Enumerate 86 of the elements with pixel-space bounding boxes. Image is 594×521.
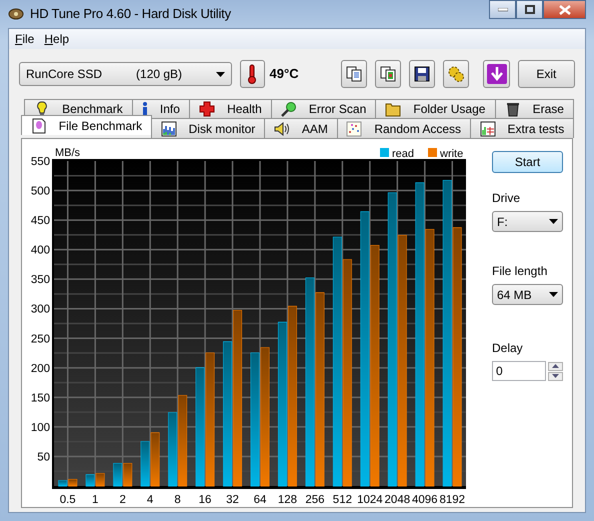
axis-tick-label: 2048 [384, 494, 410, 505]
info-icon [142, 101, 148, 117]
axis-tick-label: 64 [254, 494, 266, 505]
drive-size: (120 gB) [136, 66, 182, 83]
caret-icon [549, 292, 558, 297]
drive-name: RunCore SSD [26, 66, 102, 83]
axis-tick-label: 350 [30, 274, 50, 286]
temperature-button[interactable] [240, 60, 265, 88]
close-button[interactable] [543, 0, 586, 19]
axis-tick-label: 550 [30, 156, 50, 168]
field-label: File length [492, 263, 548, 280]
drive-dropdown[interactable]: F: [492, 211, 563, 232]
tab[interactable]: Extra tests [470, 118, 574, 138]
up-arrow-icon [552, 364, 559, 368]
tab[interactable]: Info [132, 99, 190, 118]
copy-icon [380, 66, 396, 82]
caret-icon [216, 72, 226, 76]
axis-tick-label: 256 [305, 494, 325, 505]
gears-icon [447, 65, 466, 83]
axis-tick-label: 450 [30, 215, 50, 228]
tab[interactable]: Random Access [336, 118, 471, 138]
speaker-icon [274, 120, 290, 136]
toolbar-button[interactable] [408, 60, 436, 88]
axis-tick-label: 50 [37, 451, 50, 464]
thermometer-icon [247, 64, 258, 84]
legend-label: read [392, 148, 414, 160]
axis-tick-label: 400 [30, 244, 50, 257]
document-icon [30, 118, 47, 134]
axis-tick-label: 4 [146, 494, 154, 505]
axis-tick-label: 4096 [412, 494, 438, 505]
field-label: Drive [492, 190, 522, 207]
cross-icon [199, 101, 216, 117]
trash-icon [504, 101, 521, 117]
save-icon [414, 66, 430, 82]
axis-tick-label: 8 [174, 494, 181, 505]
maximize-button[interactable] [516, 0, 543, 19]
tab[interactable]: File Benchmark [21, 115, 152, 135]
axis-tick-label: 16 [198, 494, 212, 505]
window-title: HD Tune Pro 4.60 - Hard Disk Utility [30, 5, 231, 24]
axis-tick-label: 32 [226, 494, 239, 505]
axis-tick-label: 300 [30, 304, 50, 316]
axis-tick-label: 0.5 [60, 494, 76, 505]
menu-item[interactable]: File [15, 30, 34, 48]
axis-tick-label: 100 [30, 422, 50, 434]
axis-tick-label: 150 [30, 392, 50, 404]
axis-title: MB/s [55, 147, 80, 159]
legend-label: write [440, 148, 464, 160]
axis-tick-label: 8192 [439, 494, 466, 505]
tab[interactable]: Error Scan [270, 99, 376, 118]
start-button[interactable]: Start [492, 151, 563, 173]
toolbar-button[interactable] [340, 60, 367, 88]
minimize-icon [498, 8, 508, 12]
field-label: Delay [492, 340, 524, 357]
tab[interactable]: AAM [264, 118, 338, 138]
axis-tick-label: 128 [278, 494, 298, 505]
download-icon [486, 64, 507, 84]
tab[interactable]: Erase [494, 99, 574, 118]
maximize-icon [524, 5, 534, 14]
tab[interactable]: Disk monitor [150, 118, 266, 138]
file-length-dropdown[interactable]: 64 MB [492, 284, 563, 305]
axis-tick-label: 1 [92, 494, 98, 505]
axis-tick-label: 200 [30, 362, 50, 375]
minimize-button[interactable] [489, 0, 516, 19]
axis-tick-label: 250 [30, 333, 50, 346]
axis-tick-label: 1024 [357, 494, 383, 505]
caret-icon [549, 219, 558, 224]
drive-select[interactable]: RunCore SSD (120 gB) [19, 62, 232, 86]
copy-icon [346, 66, 362, 82]
axis-tick-label: 2 [119, 494, 126, 505]
delay-field[interactable]: 0 [492, 361, 546, 381]
close-icon [558, 4, 570, 14]
app-icon [8, 7, 24, 21]
download-button[interactable] [483, 60, 510, 88]
exit-button[interactable]: Exit [518, 60, 575, 88]
axis-tick-label: 512 [332, 494, 352, 505]
temperature-reading: 49°C [270, 65, 299, 84]
spin-up-button[interactable] [548, 362, 563, 370]
down-arrow-icon [552, 374, 559, 378]
tab[interactable]: Health [189, 99, 272, 118]
toolbar-button[interactable] [443, 60, 470, 88]
search-icon [280, 101, 297, 117]
axis-tick-label: 500 [30, 186, 50, 198]
spin-down-button[interactable] [548, 372, 563, 380]
toolbar-button[interactable] [374, 60, 401, 88]
tab[interactable]: Folder Usage [375, 99, 496, 118]
menu-item[interactable]: Help [44, 30, 70, 48]
